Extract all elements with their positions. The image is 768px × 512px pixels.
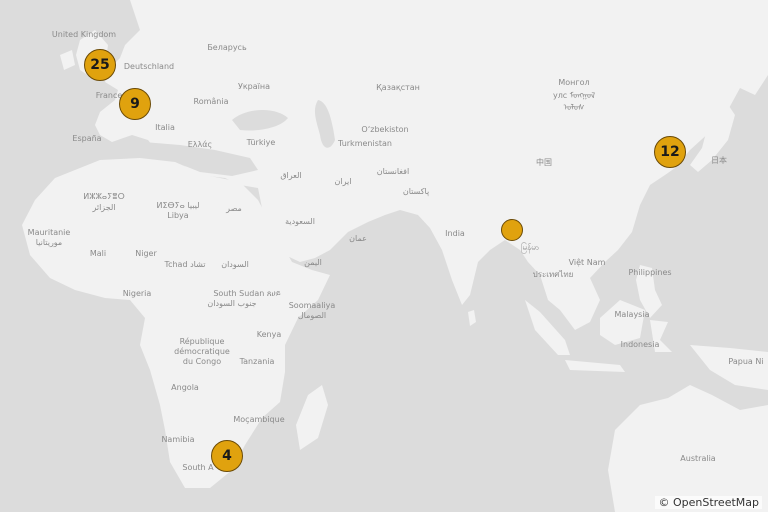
label-mongolia: Монгол [558, 78, 590, 87]
label-italia: Italia [155, 123, 175, 132]
label-espana: España [72, 134, 102, 143]
label-mauritania-2: موريتانيا [35, 238, 63, 247]
map-basemap [0, 0, 768, 512]
label-kenya: Kenya [256, 330, 282, 339]
label-india: India [445, 229, 465, 238]
cluster-marker-uk[interactable]: 25 [84, 49, 116, 81]
label-turkmenistan: Turkmenistan [338, 139, 392, 148]
label-somalia: Soomaaliya [288, 301, 336, 310]
label-united-kingdom: United Kingdom [51, 30, 117, 39]
label-romania: România [193, 97, 229, 106]
cluster-marker-south-africa[interactable]: 4 [211, 440, 243, 472]
label-rdc: République [179, 337, 225, 346]
label-algeria: ⵍⵣⵣⴰⵢⴻⵔ [83, 192, 125, 201]
label-iran: ایران [334, 177, 352, 186]
label-belarus: Беларусь [207, 43, 247, 52]
label-iraq: العراق [280, 171, 302, 180]
cluster-marker-france[interactable]: 9 [119, 88, 151, 120]
label-afghanistan: افغانستان [376, 167, 410, 176]
single-marker-bangladesh[interactable] [501, 219, 523, 241]
map-attribution[interactable]: © OpenStreetMap [655, 496, 762, 509]
label-egypt: مصر [226, 204, 242, 213]
label-vietnam: Việt Nam [568, 258, 606, 267]
label-australia: Australia [680, 454, 716, 463]
label-france: France [95, 91, 123, 100]
label-south-africa: South A [182, 463, 214, 472]
label-china: 中国 [536, 158, 552, 167]
label-tanzania: Tanzania [239, 357, 275, 366]
label-philippines: Philippines [628, 268, 672, 277]
label-myanmar: မြန်မာ [521, 243, 539, 252]
label-libya: ⵍⵉⴱⵢⴰ ليبيا [156, 201, 200, 210]
cluster-marker-japan[interactable]: 12 [654, 136, 686, 168]
label-south-sudan-2: جنوب السودان [207, 299, 257, 308]
label-ukraine: Україна [237, 82, 271, 91]
label-sudan: السودان [221, 260, 249, 269]
label-algeria-2: الجزائر [92, 203, 116, 212]
label-niger: Niger [135, 249, 157, 258]
label-mali: Mali [89, 249, 107, 258]
label-uzbekistan: O‘zbekiston [361, 125, 409, 134]
label-mauritania: Mauritanie [27, 228, 71, 237]
label-somalia-2: الصومال [297, 311, 327, 320]
label-malaysia: Malaysia [614, 310, 650, 319]
label-papua: Papua Ni [728, 357, 764, 366]
label-rdc-2: démocratique [174, 347, 230, 356]
label-mongolia-2: улс ᠮᠣᠩᠭᠣᠯ [552, 91, 596, 100]
label-oman: عمان [349, 234, 367, 243]
label-rdc-3: du Congo [182, 357, 222, 366]
map-canvas[interactable]: United Kingdom Беларусь Deutschland Укра… [0, 0, 768, 512]
label-yemen: اليمن [304, 258, 322, 267]
label-mongolia-3: ᠤᠯᠤᠰ [563, 103, 585, 112]
label-namibia: Namibia [161, 435, 195, 444]
label-japan: 日本 [711, 156, 727, 165]
label-pakistan: پاکستان [402, 187, 430, 196]
label-libya-2: Libya [167, 211, 189, 220]
label-turkey: Türkiye [246, 138, 276, 147]
label-indonesia: Indonesia [620, 340, 660, 349]
label-thailand: ประเทศไทย [532, 270, 574, 279]
label-tchad: Tchad تشاد [164, 260, 206, 269]
label-mozambique: Moçambique [233, 415, 285, 424]
label-nigeria: Nigeria [122, 289, 152, 298]
label-saudi-arabia: السعودية [285, 217, 315, 226]
label-kazakhstan: Қазақстан [376, 83, 420, 92]
label-greece: Ελλάς [187, 140, 213, 149]
label-deutschland: Deutschland [123, 62, 175, 71]
label-south-sudan: South Sudan ጸሀይ [213, 289, 281, 298]
label-angola: Angola [171, 383, 199, 392]
